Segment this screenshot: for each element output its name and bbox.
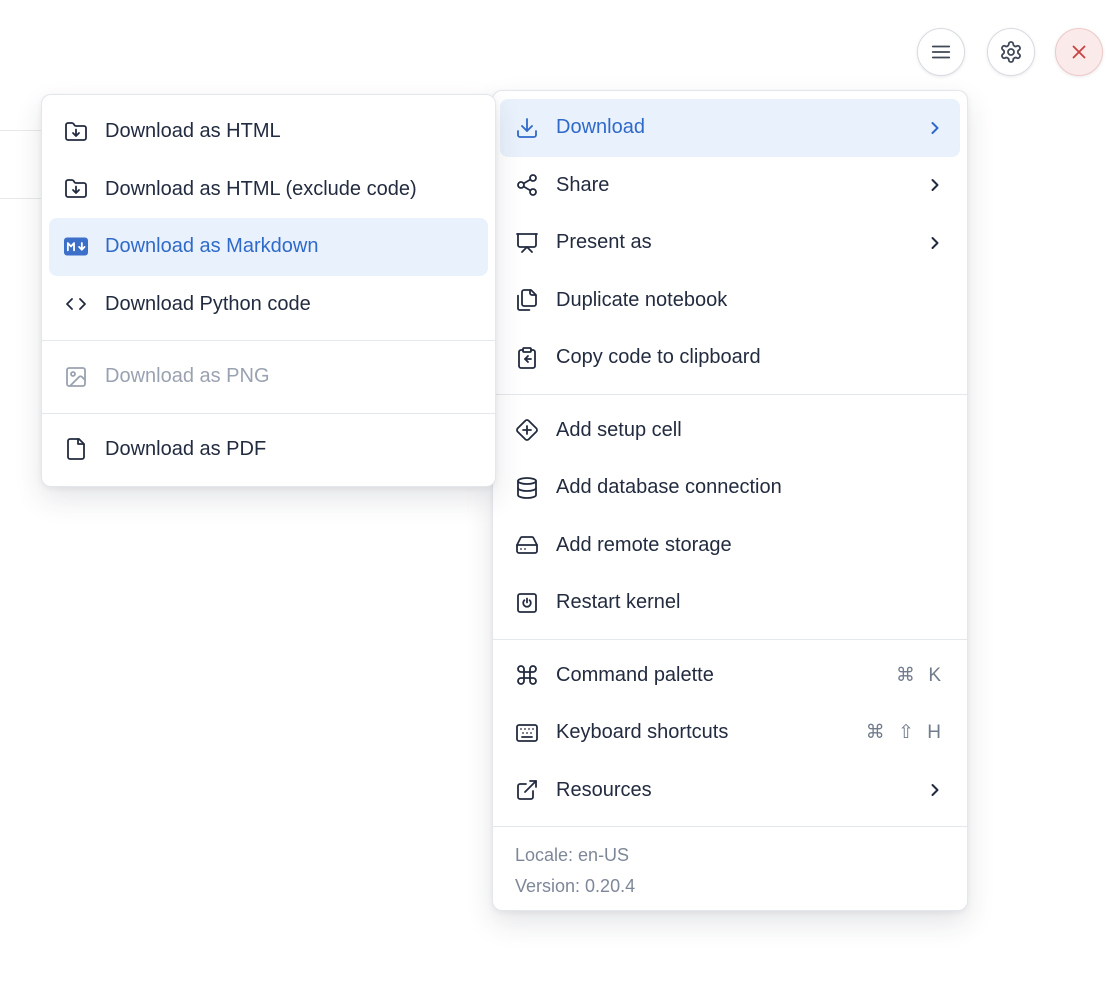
hard-drive-icon bbox=[515, 533, 539, 557]
settings-button[interactable] bbox=[987, 28, 1035, 76]
shortcut-hint: ⌘ ⇧ H bbox=[866, 721, 945, 744]
menu-item-label: Download as HTML bbox=[105, 120, 473, 143]
chevron-right-icon bbox=[925, 118, 945, 138]
menu-item-download-pdf[interactable]: Download as PDF bbox=[49, 421, 488, 479]
duplicate-icon bbox=[515, 288, 539, 312]
menu-item-label: Duplicate notebook bbox=[556, 289, 945, 312]
menu-item-copy-code[interactable]: Copy code to clipboard bbox=[500, 329, 960, 387]
command-icon bbox=[515, 663, 539, 687]
menu-item-download[interactable]: Download bbox=[500, 99, 960, 157]
markdown-icon bbox=[64, 235, 88, 259]
menu-item-add-remote-storage[interactable]: Add remote storage bbox=[500, 517, 960, 575]
menu-item-label: Resources bbox=[556, 779, 925, 802]
version-text: Version: 0.20.4 bbox=[515, 871, 945, 902]
share-icon bbox=[515, 173, 539, 197]
menu-item-download-png: Download as PNG bbox=[49, 348, 488, 406]
menu-item-label: Download as Markdown bbox=[105, 235, 473, 258]
menu-separator bbox=[493, 394, 967, 395]
menu-item-label: Download as HTML (exclude code) bbox=[105, 178, 473, 201]
menu-separator bbox=[493, 826, 967, 827]
image-icon bbox=[64, 365, 88, 389]
menu-separator bbox=[493, 639, 967, 640]
menu-item-command-palette[interactable]: Command palette ⌘ K bbox=[500, 647, 960, 705]
menu-item-label: Share bbox=[556, 174, 925, 197]
menu-item-resources[interactable]: Resources bbox=[500, 762, 960, 820]
database-icon bbox=[515, 476, 539, 500]
menu-item-label: Download bbox=[556, 116, 925, 139]
page-divider-line bbox=[0, 130, 41, 131]
file-icon bbox=[64, 437, 88, 461]
diamond-plus-icon bbox=[515, 418, 539, 442]
chevron-right-icon bbox=[925, 233, 945, 253]
external-link-icon bbox=[515, 778, 539, 802]
locale-text: Locale: en-US bbox=[515, 840, 945, 871]
chevron-right-icon bbox=[925, 175, 945, 195]
download-icon bbox=[515, 116, 539, 140]
menu-item-add-setup-cell[interactable]: Add setup cell bbox=[500, 402, 960, 460]
menu-item-present-as[interactable]: Present as bbox=[500, 214, 960, 272]
menu-item-label: Download Python code bbox=[105, 293, 473, 316]
menu-item-label: Present as bbox=[556, 231, 925, 254]
menu-item-download-markdown[interactable]: Download as Markdown bbox=[49, 218, 488, 276]
clipboard-copy-icon bbox=[515, 346, 539, 370]
close-icon bbox=[1068, 41, 1090, 63]
notebook-actions-menu: Download Share Present as Duplicate note… bbox=[492, 90, 968, 911]
menu-item-label: Add setup cell bbox=[556, 419, 945, 442]
menu-footer: Locale: en-US Version: 0.20.4 bbox=[493, 834, 967, 902]
menu-item-download-python[interactable]: Download Python code bbox=[49, 276, 488, 334]
menu-item-add-database-connection[interactable]: Add database connection bbox=[500, 459, 960, 517]
menu-separator bbox=[42, 413, 495, 414]
chevron-right-icon bbox=[925, 780, 945, 800]
menu-item-label: Add database connection bbox=[556, 476, 945, 499]
menu-item-label: Command palette bbox=[556, 664, 896, 687]
menu-item-label: Keyboard shortcuts bbox=[556, 721, 866, 744]
close-button[interactable] bbox=[1055, 28, 1103, 76]
menu-item-download-html-exclude-code[interactable]: Download as HTML (exclude code) bbox=[49, 161, 488, 219]
download-submenu: Download as HTML Download as HTML (exclu… bbox=[41, 94, 496, 487]
notebook-menu-button[interactable] bbox=[917, 28, 965, 76]
menu-item-label: Restart kernel bbox=[556, 591, 945, 614]
menu-item-keyboard-shortcuts[interactable]: Keyboard shortcuts ⌘ ⇧ H bbox=[500, 704, 960, 762]
shortcut-hint: ⌘ K bbox=[896, 664, 945, 687]
presentation-icon bbox=[515, 231, 539, 255]
menu-item-label: Copy code to clipboard bbox=[556, 346, 945, 369]
menu-item-label: Download as PNG bbox=[105, 365, 473, 388]
menu-item-duplicate-notebook[interactable]: Duplicate notebook bbox=[500, 272, 960, 330]
folder-down-icon bbox=[64, 177, 88, 201]
power-square-icon bbox=[515, 591, 539, 615]
menu-item-label: Add remote storage bbox=[556, 534, 945, 557]
page-divider-line bbox=[0, 198, 41, 199]
keyboard-icon bbox=[515, 721, 539, 745]
menu-separator bbox=[42, 340, 495, 341]
gear-icon bbox=[999, 40, 1023, 64]
menu-item-share[interactable]: Share bbox=[500, 157, 960, 215]
code-icon bbox=[64, 292, 88, 316]
hamburger-icon bbox=[930, 41, 952, 63]
menu-item-restart-kernel[interactable]: Restart kernel bbox=[500, 574, 960, 632]
folder-down-icon bbox=[64, 120, 88, 144]
menu-item-label: Download as PDF bbox=[105, 438, 473, 461]
menu-item-download-html[interactable]: Download as HTML bbox=[49, 103, 488, 161]
